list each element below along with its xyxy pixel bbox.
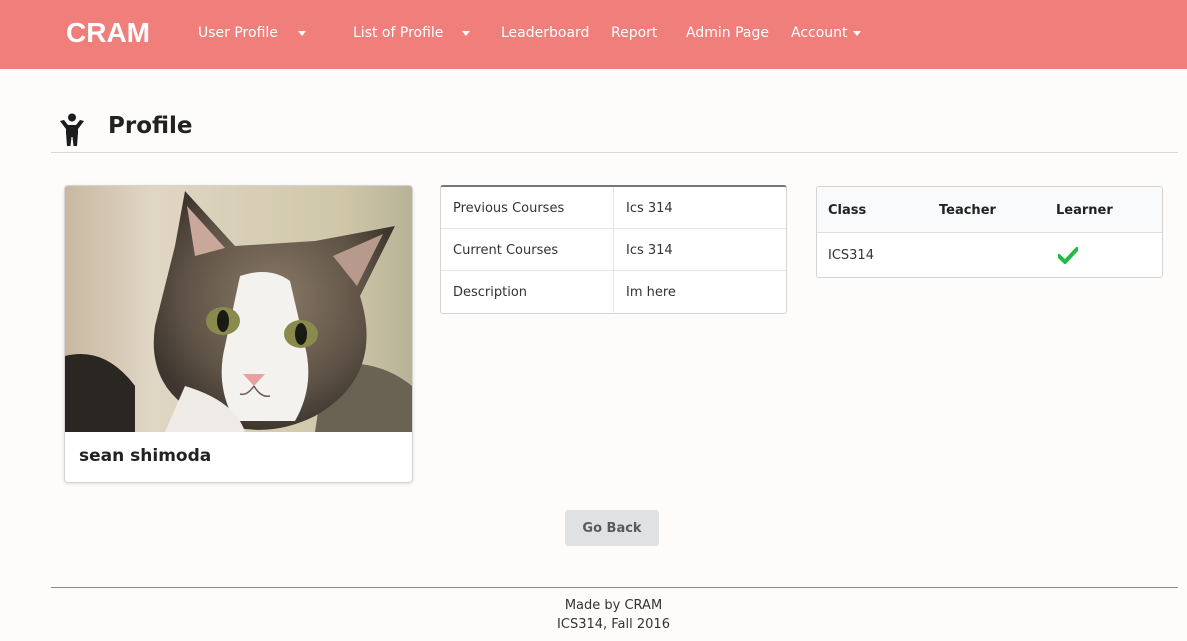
nav-user-profile[interactable]: User Profile [198,25,278,41]
column-divider [613,187,614,314]
top-navbar: CRAM User Profile List of Profile Leader… [0,0,1187,69]
chevron-down-icon[interactable] [853,31,861,36]
child-person-icon [60,113,84,146]
row-value: Ics 314 [626,201,673,216]
nav-report[interactable]: Report [611,25,657,41]
divider [51,152,1178,153]
column-header-class: Class [828,203,867,218]
row-value: Im here [626,285,676,300]
row-label: Previous Courses [453,201,565,216]
row-label: Description [453,285,528,300]
class-role-table: Class Teacher Learner ICS314 [816,186,1163,278]
footer-divider [51,587,1178,588]
class-cell: ICS314 [828,248,874,263]
nav-leaderboard[interactable]: Leaderboard [501,25,589,41]
footer-course: ICS314, Fall 2016 [557,617,670,632]
checkmark-icon [1058,247,1078,264]
column-header-teacher: Teacher [939,203,996,218]
page-title: Profile [108,113,193,139]
brand-logo[interactable]: CRAM [66,17,150,49]
nav-admin-page[interactable]: Admin Page [686,25,769,41]
row-value: Ics 314 [626,243,673,258]
footer-credit: Made by CRAM [564,598,663,613]
table-header: Class Teacher Learner [817,187,1162,233]
column-header-learner: Learner [1056,203,1113,218]
courses-table: Previous Courses Ics 314 Current Courses… [440,185,787,314]
go-back-button[interactable]: Go Back [565,510,659,546]
nav-account[interactable]: Account [791,25,848,41]
cat-photo [65,186,412,432]
chevron-down-icon[interactable] [462,31,470,36]
profile-card: sean shimoda [64,185,413,483]
profile-name: sean shimoda [79,446,212,466]
nav-list-of-profile[interactable]: List of Profile [353,25,443,41]
chevron-down-icon[interactable] [298,31,306,36]
row-label: Current Courses [453,243,559,258]
